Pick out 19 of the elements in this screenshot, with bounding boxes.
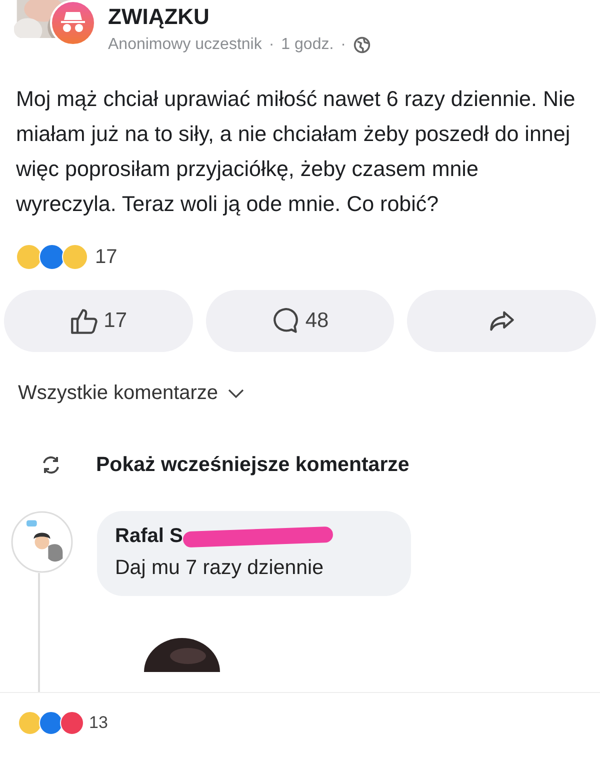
chevron-down-icon[interactable] [228,388,244,398]
show-earlier-comments-link[interactable]: Pokaż wcześniejsze komentarze [96,453,410,477]
reaction-count[interactable]: 13 [89,713,108,733]
commenter-name[interactable]: Rafal S [115,525,183,548]
avatar-icon[interactable] [11,511,73,573]
comments-filter[interactable]: Wszystkie komentarze [18,382,218,405]
author-name: Anonimowy uczestnik [108,36,262,54]
thumbs-up-icon [70,307,98,335]
comment-button[interactable]: 48 [206,290,394,352]
post-text: Moj mąż chciał uprawiać miłość nawet 6 razy dziennie. Nie miałam już na to siły, a nie chciałam żeby poszedł do innej więc poprosiłam przyjaciółkę, żeby czasem mnie wyreczyla. Teraz woli ją ode mnie. Co robić? [16,86,576,218]
reaction-count[interactable]: 17 [95,246,118,268]
comment-text: Daj mu 7 razy dziennie [115,556,325,580]
globe-icon [352,36,371,54]
refresh-icon[interactable] [40,454,62,476]
group-name[interactable]: ZWIĄZKU [108,4,371,30]
separator-dot: · [340,36,346,54]
comment-icon [271,307,300,335]
like-button[interactable]: 17 [4,290,193,352]
separator-dot: · [268,36,274,54]
